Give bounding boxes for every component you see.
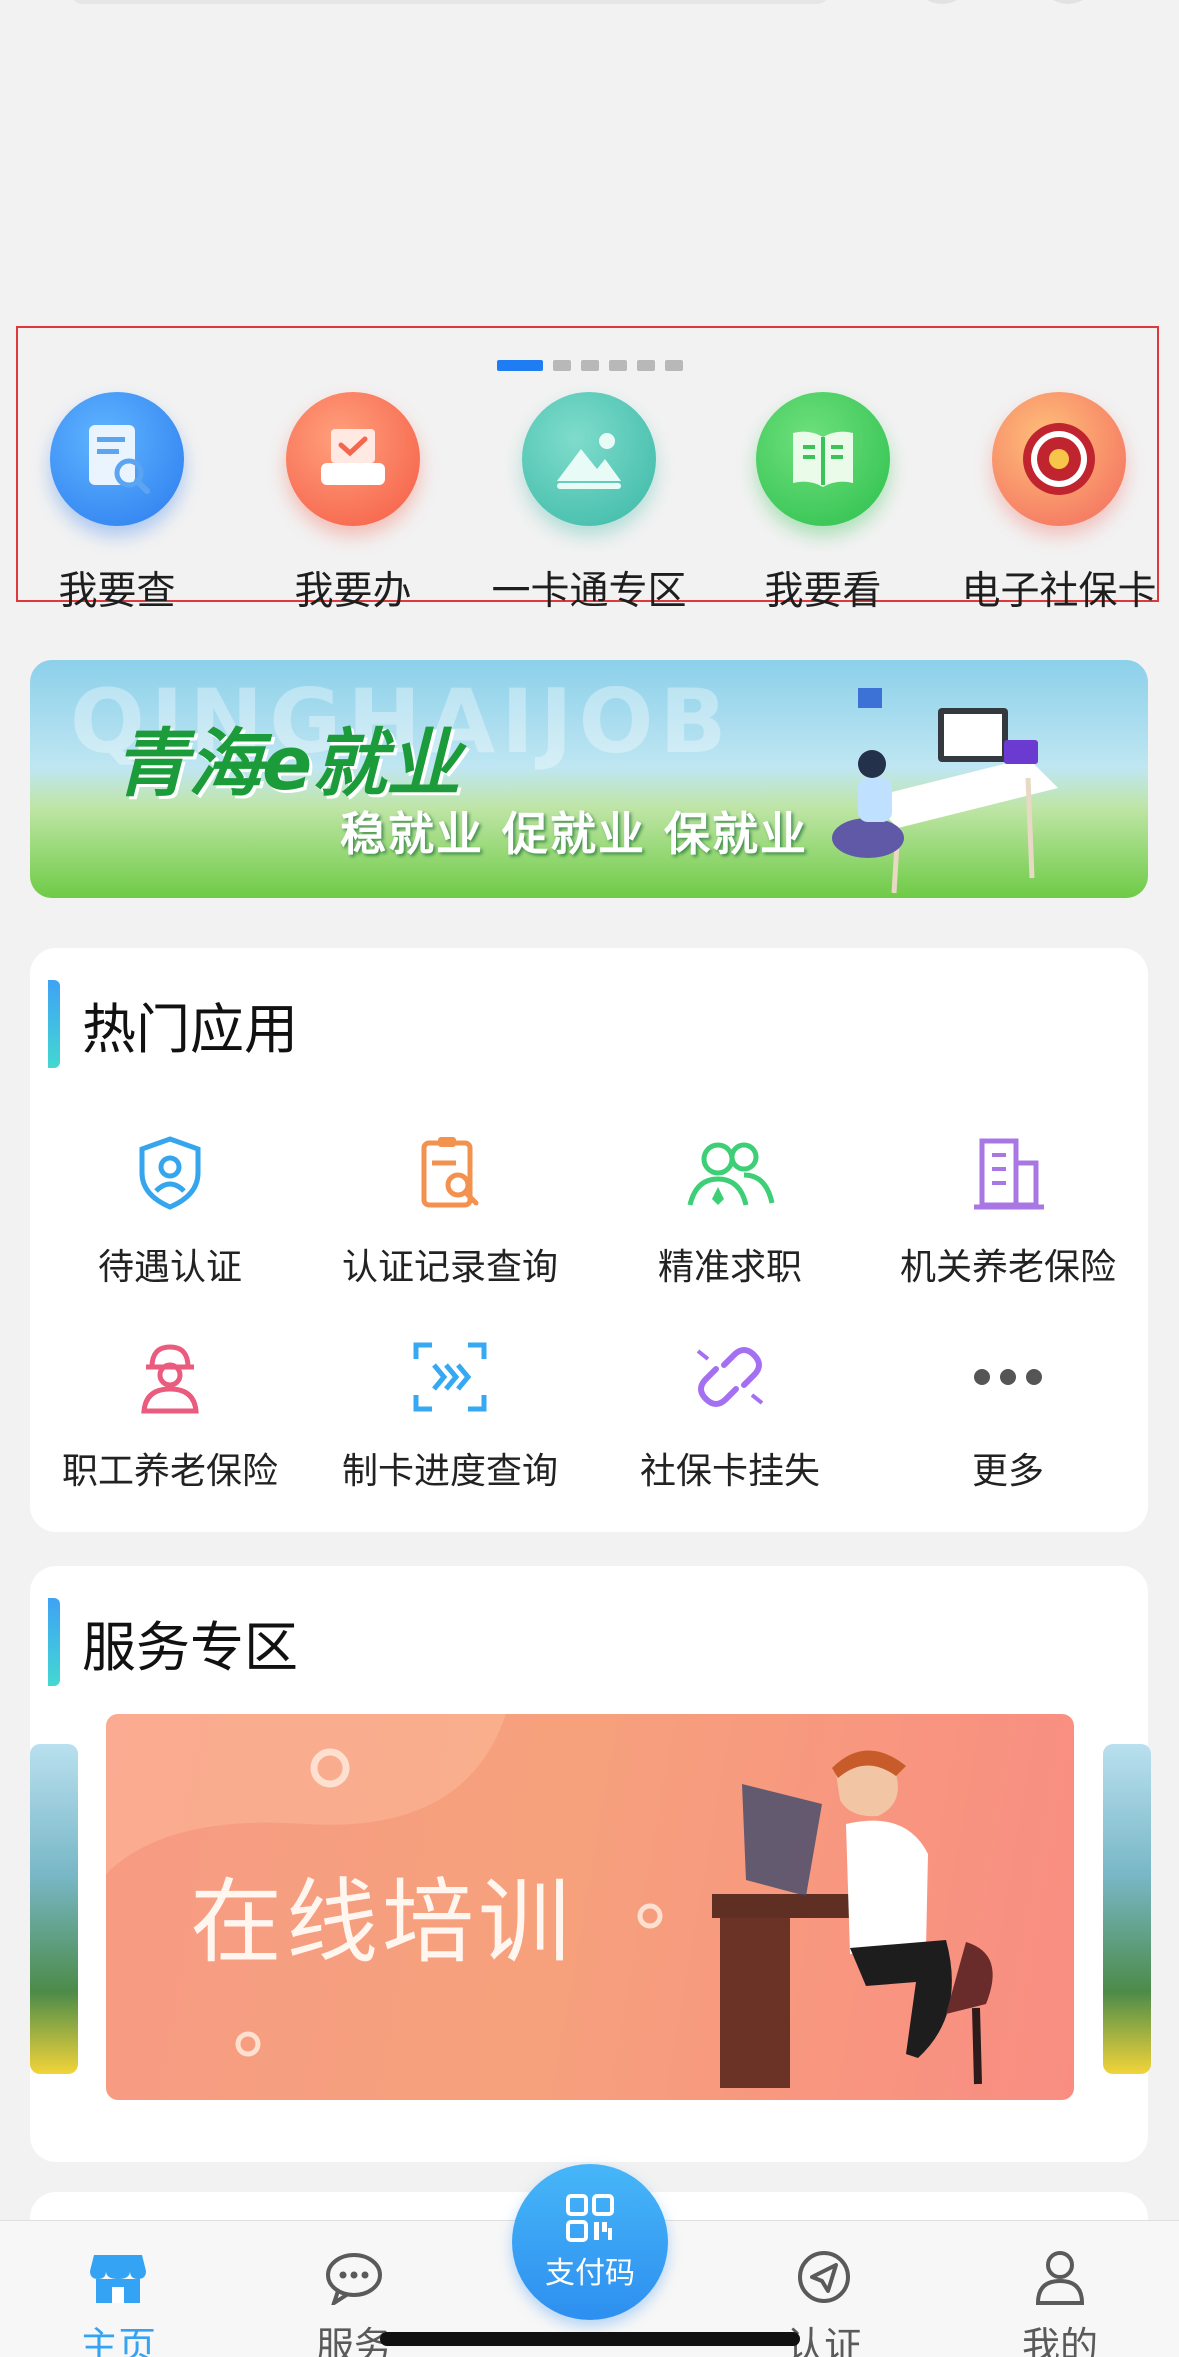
section-accent-bar — [48, 1598, 60, 1686]
navigation-arrow-icon — [798, 2251, 850, 2303]
hot-apps-header: 热门应用 — [30, 974, 298, 1074]
pager-dot — [552, 360, 571, 371]
quick-entry-label: 电子社保卡 — [961, 569, 1157, 614]
app-more[interactable]: 更多 — [868, 1332, 1148, 1494]
social-security-seal-icon — [992, 392, 1126, 526]
app-certification-records[interactable]: 认证记录查询 — [310, 1128, 590, 1290]
app-government-pension[interactable]: 机关养老保险 — [868, 1128, 1148, 1290]
search-bar[interactable] — [70, 0, 830, 4]
qr-code-icon — [566, 2194, 614, 2242]
people-icon — [590, 1128, 870, 1218]
tab-label: 主页 — [79, 2324, 156, 2357]
pager-dot — [580, 360, 599, 371]
pager-dot — [608, 360, 627, 371]
open-book-icon — [756, 392, 890, 526]
app-label: 社保卡挂失 — [639, 1451, 820, 1492]
service-carousel-prev-card[interactable] — [30, 1744, 78, 2074]
app-treatment-certification[interactable]: 待遇认证 — [30, 1128, 310, 1290]
pager-dot — [664, 360, 683, 371]
banner-title: 青海e就业 — [114, 721, 461, 807]
section-accent-bar — [48, 980, 60, 1068]
quick-entry-label: 我要查 — [58, 569, 176, 614]
online-training-card[interactable]: 在线培训 — [106, 1714, 1074, 2100]
worker-icon — [30, 1332, 310, 1422]
quick-entry-card-zone[interactable]: 一卡通专区 — [474, 392, 704, 616]
more-dots-icon — [868, 1332, 1148, 1422]
quick-entry-handle[interactable]: 我要办 — [238, 392, 468, 616]
pager-dot — [496, 360, 543, 371]
online-training-title: 在线培训 — [190, 1869, 575, 1976]
quick-entry-label: 我要办 — [294, 569, 412, 614]
section-title: 服务专区 — [82, 1615, 298, 1679]
shield-user-icon — [30, 1128, 310, 1218]
app-label: 认证记录查询 — [341, 1247, 558, 1288]
quick-entry-social-card[interactable]: 电子社保卡 — [944, 392, 1174, 616]
service-carousel-next-card[interactable] — [1103, 1744, 1151, 2074]
picture-card-icon — [522, 392, 656, 526]
quick-entry-label: 我要看 — [764, 569, 882, 614]
quick-entry-read[interactable]: 我要看 — [708, 392, 938, 616]
chat-bubble-icon — [326, 2253, 382, 2308]
pay-code-button[interactable]: 支付码 — [512, 2164, 668, 2320]
promo-banner[interactable]: QINGHAIJOB 青海e就业 稳就业 促就业 保就业 — [30, 660, 1148, 898]
app-label: 制卡进度查询 — [341, 1451, 558, 1492]
office-illustration-icon — [832, 688, 1058, 894]
carousel-pager — [0, 360, 1179, 371]
quick-entry-search[interactable]: 我要查 — [2, 392, 232, 616]
hot-apps-card: 热门应用 待遇认证 认证记录查询 精准求职 机关养老保险 职工养老保险 制卡进度… — [30, 948, 1148, 1532]
store-icon — [90, 2255, 146, 2303]
app-employee-pension[interactable]: 职工养老保险 — [30, 1332, 310, 1494]
section-title: 热门应用 — [82, 997, 298, 1061]
app-label: 待遇认证 — [97, 1247, 242, 1288]
tab-home[interactable]: 主页 — [38, 2249, 198, 2357]
scan-icon[interactable] — [918, 0, 966, 4]
app-card-loss-report[interactable]: 社保卡挂失 — [590, 1332, 870, 1494]
quick-entry-row: 我要查 我要办 一卡通专区 我要看 电子社保卡 — [0, 392, 1179, 622]
tab-label: 我的 — [1021, 2324, 1098, 2357]
app-label: 职工养老保险 — [61, 1451, 278, 1492]
broken-link-icon — [590, 1332, 870, 1422]
banner-slogan: 稳就业 促就业 保就业 — [340, 807, 809, 861]
app-precise-job-search[interactable]: 精准求职 — [590, 1128, 870, 1290]
search-document-icon — [50, 392, 184, 526]
building-icon — [868, 1128, 1148, 1218]
tab-mine[interactable]: 我的 — [980, 2249, 1140, 2357]
quick-entry-label: 一卡通专区 — [491, 569, 687, 614]
app-label: 机关养老保险 — [899, 1247, 1116, 1288]
app-label: 精准求职 — [657, 1247, 802, 1288]
card-progress-icon — [310, 1332, 590, 1422]
message-icon[interactable] — [1044, 0, 1092, 4]
pay-code-label: 支付码 — [545, 2256, 635, 2291]
service-zone-header: 服务专区 — [30, 1592, 298, 1692]
app-label: 更多 — [971, 1451, 1044, 1492]
app-card-progress[interactable]: 制卡进度查询 — [310, 1332, 590, 1494]
clipboard-search-icon — [310, 1128, 590, 1218]
pager-dot — [636, 360, 655, 371]
person-icon — [1035, 2251, 1085, 2305]
print-task-icon — [286, 392, 420, 526]
home-indicator — [380, 2332, 800, 2346]
